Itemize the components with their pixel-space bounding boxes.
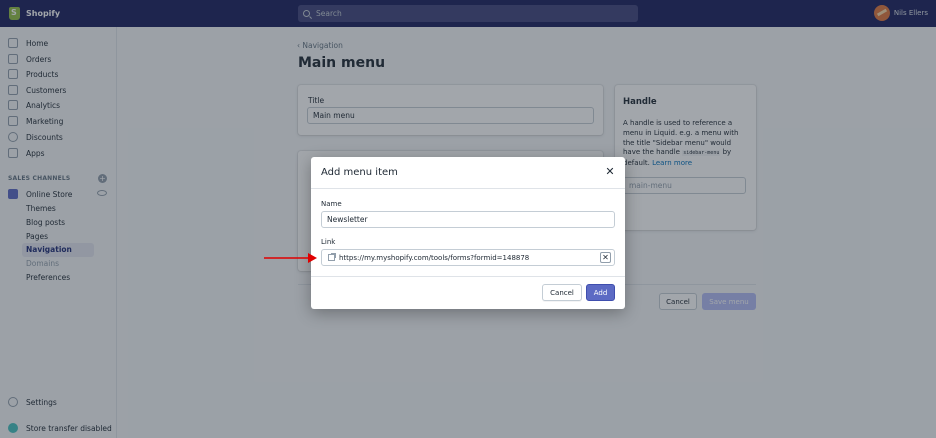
modal-title: Add menu item [321, 167, 398, 178]
modal-header: Add menu item ✕ [311, 157, 625, 189]
close-icon[interactable]: ✕ [605, 166, 615, 177]
add-menu-item-modal: Add menu item ✕ Name Link https://my.mys… [311, 157, 625, 309]
external-link-icon [328, 253, 336, 261]
modal-footer-divider [311, 276, 625, 277]
link-value[interactable]: https://my.myshopify.com/tools/forms?for… [339, 254, 600, 262]
cancel-button[interactable]: Cancel [542, 284, 582, 301]
link-field[interactable]: https://my.myshopify.com/tools/forms?for… [321, 249, 615, 266]
annotation-arrow-icon [264, 253, 317, 263]
clear-link-button[interactable]: ✕ [600, 252, 611, 263]
name-input[interactable] [321, 211, 615, 228]
link-label: Link [321, 238, 336, 246]
add-button[interactable]: Add [586, 284, 615, 301]
name-label: Name [321, 200, 342, 208]
